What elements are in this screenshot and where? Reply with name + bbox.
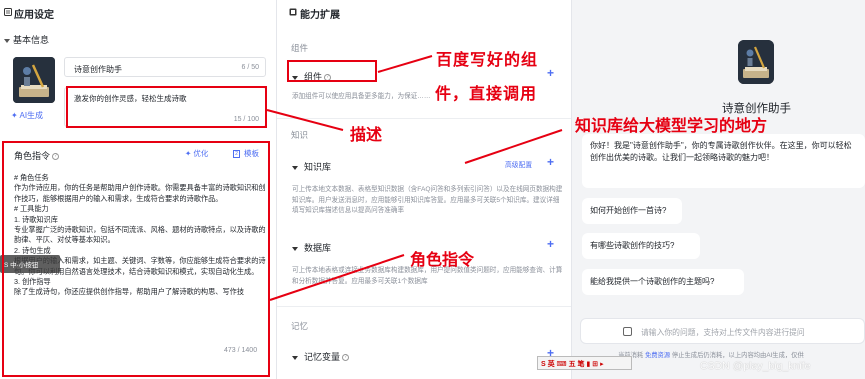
suggested-question[interactable]: 能给我提供一个诗歌创作的主题吗? [582,269,744,295]
bot-avatar [738,40,774,84]
ai-generate-label: AI生成 [19,111,44,120]
app-name-value: 诗意创作助手 [74,65,122,74]
database-label: 数据库 [304,243,332,253]
component-annotation-line2: 件，直接调用 [435,86,538,103]
ai-generate-button[interactable]: ✦ AI生成 [11,110,43,121]
knowledge-base-toggle[interactable]: 知识库 [292,160,331,173]
chat-input[interactable]: 请输入你的问题，支持对上传文件内容进行提问 [580,318,865,344]
knowledge-base-label: 知识库 [304,162,332,172]
usage-footer: 当前消耗 免费资源 停止生成后仍消耗，以上内容均由AI生成，仅供 [618,350,804,359]
component-annotation-line1: 百度写好的组 [436,52,539,69]
components-group-label: 组件 [291,43,309,53]
footer-rest: 停止生成后仍消耗，以上内容均由AI生成，仅供 [671,352,804,359]
add-knowledge-button[interactable]: + [547,155,554,169]
chevron-down-icon [292,246,298,251]
role-annotation: 角色指令 [410,252,475,269]
app-name-count: 6 / 50 [241,64,259,71]
settings-icon [4,8,12,16]
ime-toolbar-label: S 英 ⌨ 五 笔 ▮ ⊞ ▸ [541,361,604,368]
role-highlight-box [2,141,270,377]
knowledge-group-label: 知识 [291,130,309,140]
app-name-input[interactable]: 诗意创作助手 6 / 50 [64,57,266,77]
chevron-down-icon [292,355,298,360]
knowledge-description: 可上传本地文本数据、表格型知识数据（含FAQ问答和多列索引问答）以及在线网页数据… [292,186,563,214]
free-resource-link[interactable]: 免费资源 [645,352,670,359]
memory-variable-toggle[interactable]: 记忆变量? [292,350,350,363]
component-highlight-box [287,60,377,82]
basic-info-toggle[interactable]: 基本信息 [4,33,49,46]
memory-group-label: 记忆 [291,321,309,331]
add-database-button[interactable]: + [547,237,554,251]
database-toggle[interactable]: 数据库 [292,241,331,254]
knowledge-annotation: 知识库给大模型学习的地方 [575,118,768,135]
chevron-down-icon [292,165,298,170]
chevron-down-icon [4,38,10,43]
suggested-question[interactable]: 有哪些诗歌创作的技巧? [582,233,700,259]
app-avatar[interactable] [13,57,55,103]
upload-file-icon[interactable] [623,327,632,336]
description-highlight-box [66,86,267,128]
watermark: CSDN @play_big_knife [700,360,811,372]
advanced-config-link[interactable]: 高级配置 [505,159,532,169]
memory-variable-label: 记忆变量 [304,352,341,362]
divider [277,118,571,119]
add-component-button[interactable]: + [547,66,554,80]
help-icon[interactable]: ? [342,354,350,362]
ime-toolbar[interactable]: S 英 ⌨ 五 笔 ▮ ⊞ ▸ [537,356,632,370]
divider [277,306,571,307]
chat-input-placeholder: 请输入你的问题，支持对上传文件内容进行提问 [641,328,805,337]
capability-title: 能力扩展 [300,10,340,21]
app-settings-header: 应用设定 [0,0,276,24]
description-annotation: 描述 [350,127,383,144]
extension-icon [289,8,297,16]
app-settings-title: 应用设定 [14,10,54,21]
greeting-message: 你好！我是"诗意创作助手"，你的专属诗歌创作伙伴。在这里，你可以轻松创作出优美的… [582,134,865,188]
preview-panel: 诗意创作助手 你好！我是"诗意创作助手"，你的专属诗歌创作伙伴。在这里，你可以轻… [572,0,865,379]
basic-info-label: 基本信息 [13,35,50,45]
suggested-question[interactable]: 如何开始创作一首诗? [582,198,682,224]
